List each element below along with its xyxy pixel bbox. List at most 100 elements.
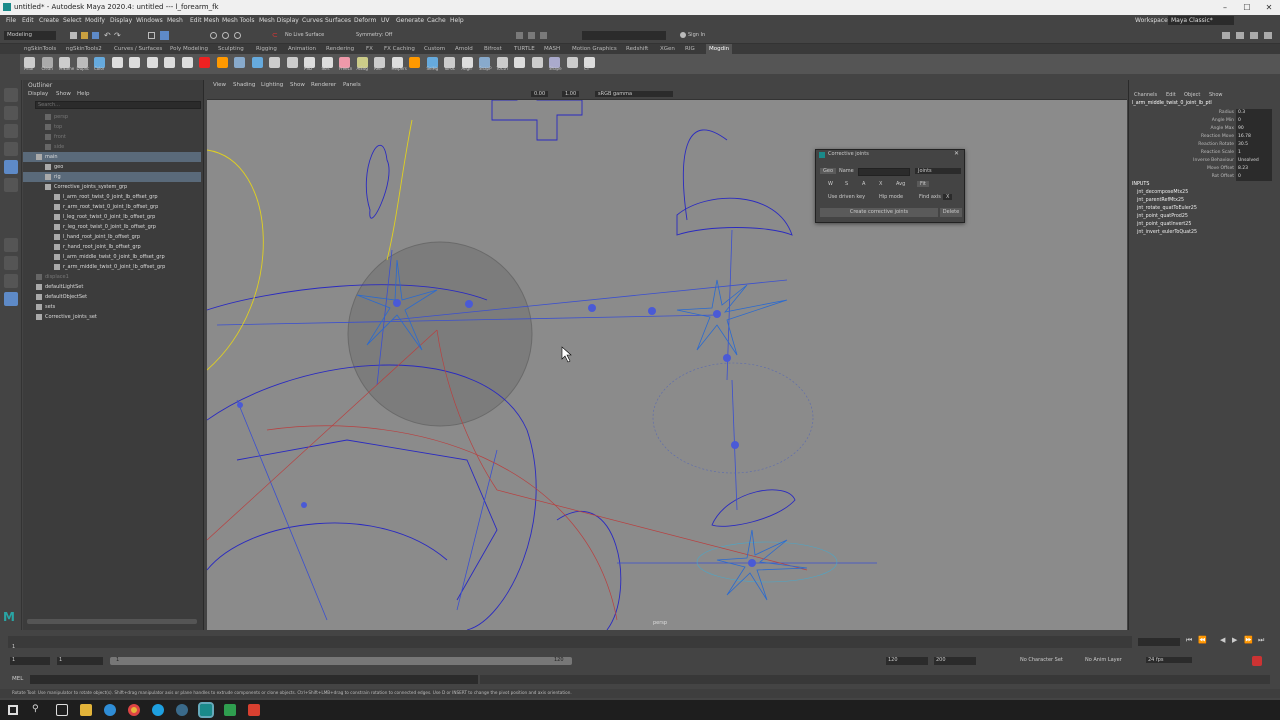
shelf-button-icon[interactable]	[514, 57, 525, 68]
menu-display[interactable]: Display	[110, 15, 132, 27]
outliner-row[interactable]: geo	[23, 162, 201, 172]
cb-attribute-row[interactable]: Reaction Scale 1	[1131, 149, 1276, 157]
select-tool-icon[interactable]	[4, 88, 18, 102]
play-back-icon[interactable]: ◀	[1220, 636, 1225, 644]
outliner-row[interactable]: r_hand_root_joint_lb_offset_grp	[23, 242, 201, 252]
cb-attribute-row[interactable]: Angle Max 90	[1131, 125, 1276, 133]
undo-icon[interactable]: ↶	[104, 31, 111, 40]
shelf-tab[interactable]: ngSkinTools	[24, 44, 56, 54]
cb-menu-edit[interactable]: Edit	[1166, 92, 1176, 98]
shelf-tab[interactable]: Rigging	[256, 44, 277, 54]
select-hierarchy-icon[interactable]	[148, 32, 155, 39]
shelf-tab[interactable]: Poly Modeling	[170, 44, 208, 54]
minimize-button[interactable]: –	[1214, 0, 1236, 15]
menuset-dropdown[interactable]: Modeling	[4, 31, 56, 40]
cb-attribute-row[interactable]: Inverse Behaviour Unsolved	[1131, 157, 1276, 165]
outliner-row[interactable]: defaultLightSet	[23, 282, 201, 292]
menu-edit-mesh[interactable]: Edit Mesh	[190, 15, 219, 27]
sheets-icon[interactable]	[224, 704, 236, 716]
shelf-button-icon[interactable]	[199, 57, 210, 68]
shelf-button-icon[interactable]	[216, 57, 228, 68]
outliner-scrollbar[interactable]	[27, 619, 197, 624]
shelf-tab[interactable]: ngSkinTools2	[66, 44, 102, 54]
shelf-button-icon[interactable]	[409, 57, 420, 68]
vp-menu-panels[interactable]: Panels	[343, 82, 361, 88]
outliner-row[interactable]: persp	[23, 112, 201, 122]
cb-attribute-value[interactable]: 0	[1236, 117, 1272, 125]
paint-tool-icon[interactable]	[4, 124, 18, 138]
menu-curves[interactable]: Curves	[302, 15, 323, 27]
outliner-row[interactable]: displace1	[23, 272, 201, 282]
axis-w-checkbox[interactable]: W	[828, 181, 833, 187]
single-view-icon[interactable]	[4, 238, 18, 252]
cb-attribute-row[interactable]: Move Offset 8.23	[1131, 165, 1276, 173]
shelf-tab[interactable]: Custom	[424, 44, 445, 54]
search-icon[interactable]: ⚲	[32, 704, 39, 714]
fps-dropdown[interactable]: 24 fps	[1146, 657, 1192, 663]
menu-mesh-display[interactable]: Mesh Display	[259, 15, 299, 27]
axis-x-checkbox[interactable]: X	[879, 181, 882, 187]
cb-attribute-value[interactable]: 30.5	[1236, 141, 1272, 149]
menu-uv[interactable]: UV	[381, 15, 390, 27]
cb-input-node[interactable]: jnt_point_quatProd25	[1137, 214, 1188, 219]
cb-attribute-value[interactable]: 16.78	[1236, 133, 1272, 141]
chrome-icon[interactable]	[128, 704, 140, 716]
step-back-icon[interactable]: ⏪	[1198, 636, 1207, 644]
shelf-button-icon[interactable]	[146, 57, 158, 68]
menu-select[interactable]: Select	[63, 15, 82, 27]
cb-attribute-row[interactable]: Angle Min 0	[1131, 117, 1276, 125]
cb-input-node[interactable]: jnt_point_quatInvert25	[1137, 222, 1191, 227]
vp-menu-show[interactable]: Show	[290, 82, 305, 88]
name-field[interactable]	[858, 168, 910, 176]
shelf-tab[interactable]: MASH	[544, 44, 560, 54]
snap-curve-icon[interactable]	[222, 32, 229, 39]
shelf-tab-active[interactable]: Mogdin	[706, 44, 733, 54]
maximize-button[interactable]: ☐	[1236, 0, 1258, 15]
rotate-tool-icon[interactable]	[4, 160, 18, 174]
lasso-tool-icon[interactable]	[4, 106, 18, 120]
shelf-tab[interactable]: XGen	[660, 44, 675, 54]
edge-icon[interactable]	[104, 704, 116, 716]
close-button[interactable]: ✕	[1258, 0, 1280, 15]
cb-attribute-value[interactable]: Unsolved	[1236, 157, 1272, 165]
move-tool-icon[interactable]	[4, 142, 18, 156]
go-to-start-icon[interactable]: ⏮	[1186, 636, 1192, 645]
open-scene-icon[interactable]	[81, 32, 88, 39]
shelf-tab[interactable]: Redshift	[626, 44, 648, 54]
cb-menu-show[interactable]: Show	[1209, 92, 1223, 98]
anim-layer-dropdown[interactable]: No Anim Layer	[1085, 657, 1122, 663]
menu-edit[interactable]: Edit	[22, 15, 34, 27]
outliner-row[interactable]: top	[23, 122, 201, 132]
snap-point-icon[interactable]	[234, 32, 241, 39]
time-slider-track[interactable]	[8, 636, 1132, 648]
colorspace-dropdown[interactable]: sRGB gamma	[595, 91, 673, 97]
cb-attribute-row[interactable]: Reaction Rotate 30.5	[1131, 141, 1276, 149]
current-frame-field[interactable]	[1138, 638, 1180, 646]
create-corrective-joints-button[interactable]: Create corrective joints	[820, 208, 938, 217]
outliner-search-input[interactable]	[35, 101, 201, 109]
play-forward-icon[interactable]: ▶	[1232, 636, 1237, 644]
hip-mode-checkbox[interactable]: Hip mode	[879, 194, 903, 200]
time-slider[interactable]: 1 ⏮ ⏪ ◀ ▶ ⏩ ⏭	[0, 632, 1280, 654]
skype-icon[interactable]	[152, 704, 164, 716]
task-view-icon[interactable]	[56, 704, 68, 716]
new-scene-icon[interactable]	[70, 32, 77, 39]
anim-end-field[interactable]: 200	[934, 657, 976, 665]
outliner-row[interactable]: Corrective_joints_set	[23, 312, 201, 322]
shelf-tab[interactable]: FX Caching	[384, 44, 415, 54]
file-explorer-icon[interactable]	[80, 704, 92, 716]
shelf-button-icon[interactable]	[164, 57, 175, 68]
channel-box-icon[interactable]	[1264, 32, 1272, 39]
exposure-field[interactable]: 0.00	[531, 91, 549, 97]
find-axis-dropdown[interactable]: X	[943, 194, 953, 200]
magnet-icon[interactable]: ⊂	[272, 31, 278, 39]
shelf-tab[interactable]: Rendering	[326, 44, 354, 54]
playback-start-field[interactable]: 1	[57, 657, 103, 665]
app-icon[interactable]	[176, 704, 188, 716]
outliner-row[interactable]: l_leg_root_twist_0_joint_lb_offset_grp	[23, 212, 201, 222]
recorder-icon[interactable]	[248, 704, 260, 716]
shelf-tab[interactable]: Animation	[288, 44, 316, 54]
go-to-end-icon[interactable]: ⏭	[1258, 636, 1264, 645]
axis-s-checkbox[interactable]: S	[845, 181, 848, 187]
geo-button[interactable]: Geo	[820, 168, 837, 174]
